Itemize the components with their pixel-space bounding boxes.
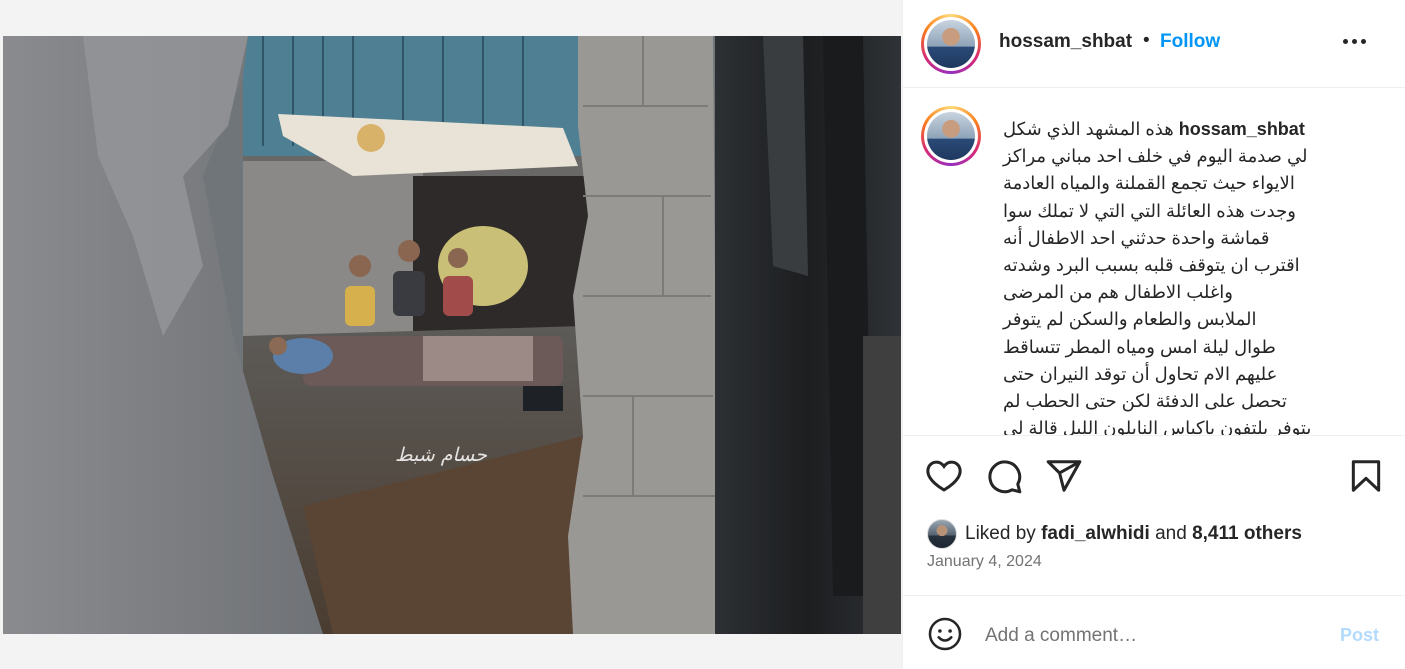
caption-line: اقترب ان يتوقف قلبه بسبب البرد وشدته: [1003, 255, 1300, 276]
caption-line: لي صدمة اليوم في خلف احد مباني مراكز: [1003, 146, 1308, 167]
caption-line: واغلب الاطفال هم من المرضى: [1003, 282, 1233, 303]
caption-line: قماشة واحدة حدثني احد الاطفال أنه: [1003, 227, 1270, 248]
post-date[interactable]: January 4, 2024: [927, 553, 1042, 571]
caption-line: الملابس والطعام والسكن لم يتوفر: [1003, 309, 1257, 330]
caption-line: طوال ليلة امس ومياه المطر تتساقط: [1003, 336, 1276, 357]
comment-bar: Post: [903, 595, 1405, 669]
author-avatar[interactable]: [921, 14, 981, 74]
post-comment-button[interactable]: Post: [1340, 625, 1379, 646]
caption-text: hossam_shbat هذه المشهد الذي شكل لي صدمة…: [1003, 116, 1363, 436]
post-image[interactable]: حسام شبط: [3, 36, 901, 634]
post-image-illustration: [3, 36, 901, 634]
photo-watermark: حسام شبط: [395, 444, 487, 466]
caption-line: الايواء حيث تجمع القملنة والمياه العادمة: [1003, 173, 1295, 194]
more-horizontal-icon[interactable]: [1339, 26, 1369, 56]
liked-by[interactable]: Liked by fadi_alwhidi and 8,411 others: [927, 518, 1302, 550]
liked-by-connector: and: [1155, 523, 1187, 544]
post-side-panel: hossam_shbat • Follow hossam_shbat هذه ا…: [902, 0, 1405, 669]
comment-input[interactable]: [985, 622, 1315, 650]
comment-icon[interactable]: [985, 457, 1025, 497]
caption-line: تحصل على الدفئة لكن حتى الحطب لم: [1003, 391, 1287, 412]
share-icon[interactable]: [1045, 457, 1085, 497]
heart-icon[interactable]: [925, 457, 965, 497]
bookmark-icon[interactable]: [1347, 457, 1387, 497]
caption-line: عليهم الام تحاول أن توقد النيران حتى: [1003, 363, 1278, 384]
post-header: hossam_shbat • Follow: [903, 0, 1405, 88]
emoji-icon[interactable]: [927, 616, 963, 652]
liked-by-prefix: Liked by: [965, 523, 1036, 544]
liker-username[interactable]: fadi_alwhidi: [1041, 523, 1150, 545]
caption-avatar[interactable]: [921, 106, 981, 166]
caption-line-1: hossam_shbat هذه المشهد الذي شكل: [1003, 119, 1305, 139]
caption-username[interactable]: hossam_shbat: [1179, 119, 1305, 139]
caption-line: وجدت هذه العائلة التي التي لا تملك سوا: [1003, 200, 1296, 221]
likes-others[interactable]: 8,411 others: [1192, 523, 1302, 545]
post-actions: [903, 437, 1405, 517]
caption-area[interactable]: hossam_shbat هذه المشهد الذي شكل لي صدمة…: [903, 88, 1405, 436]
media-area: حسام شبط: [0, 0, 902, 669]
author-username[interactable]: hossam_shbat: [999, 31, 1132, 53]
caption-line: يتوفر يلتفون باكياس النايلون الليل قالة …: [1003, 418, 1312, 436]
header-separator: •: [1143, 30, 1150, 51]
liker-avatar[interactable]: [927, 519, 957, 549]
follow-button[interactable]: Follow: [1160, 31, 1220, 53]
